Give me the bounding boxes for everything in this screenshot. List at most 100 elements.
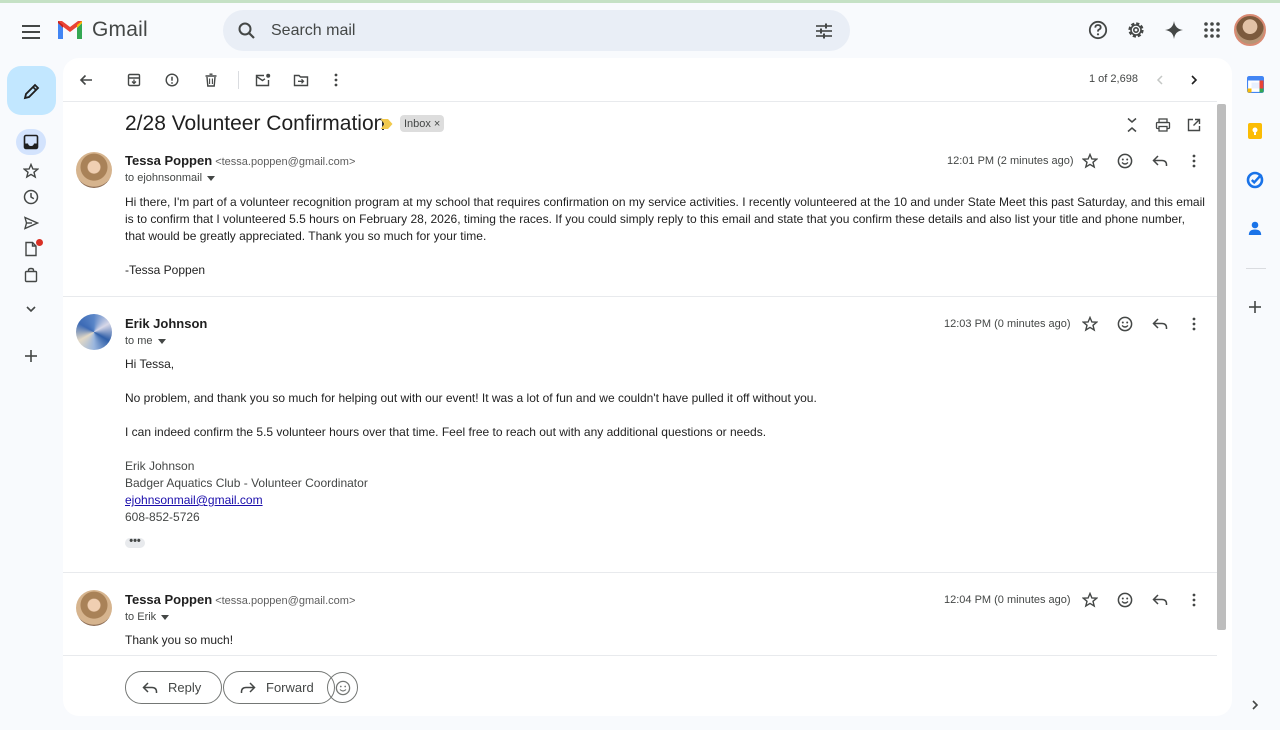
signature-phone: 608-852-5726 [125,510,200,524]
emoji-icon [1117,592,1133,608]
reply-button[interactable] [1149,589,1171,611]
gemini-button[interactable] [1158,15,1189,46]
keep-app-button[interactable] [1244,120,1266,142]
unread-dot [36,239,43,246]
show-side-panel-button[interactable] [1244,694,1266,716]
nav-purchases[interactable] [16,262,46,288]
message-sender[interactable]: Erik Johnson [125,316,207,331]
print-button[interactable] [1152,114,1174,136]
arrow-back-icon [79,74,92,86]
open-new-window-button[interactable] [1183,114,1205,136]
nav-more[interactable] [16,296,46,322]
chevron-right-icon [1191,75,1198,85]
send-icon [23,216,39,230]
recipient-line[interactable]: to Erik [125,611,170,623]
nav-drafts[interactable] [16,236,46,262]
sender-email: <tessa.poppen@gmail.com> [215,595,356,607]
scrollbar[interactable] [1217,104,1226,630]
forward-icon [240,681,256,693]
remove-label-button[interactable]: × [434,118,440,130]
signature-email-link[interactable]: ejohnsonmail@gmail.com [125,493,263,507]
contacts-icon [1248,221,1262,235]
gmail-m-icon [58,21,82,39]
report-icon [165,73,179,87]
create-label-button[interactable] [16,343,46,369]
search-button[interactable] [233,17,261,45]
add-reaction-button[interactable] [1114,589,1136,611]
sender-avatar[interactable] [76,314,112,350]
nav-sent[interactable] [16,210,46,236]
archive-button[interactable] [122,68,146,92]
header-actions [1082,14,1266,46]
open-in-new-icon [1187,118,1201,132]
star-button[interactable] [1079,589,1101,611]
star-button[interactable] [1079,150,1101,172]
emoji-icon [335,680,350,695]
toolbar-separator [238,71,239,89]
reply-icon [1152,318,1168,329]
account-avatar[interactable] [1234,14,1266,46]
more-vert-icon [1192,154,1196,168]
tasks-app-button[interactable] [1244,169,1266,191]
search-input[interactable] [271,20,791,42]
reply-button[interactable] [1149,313,1171,335]
mark-unread-button[interactable] [251,68,275,92]
emoji-react-button[interactable] [327,672,358,703]
gmail-logo[interactable]: Gmail [56,18,148,42]
get-addons-button[interactable] [1244,296,1266,318]
more-options-button[interactable] [324,68,348,92]
nav-inbox[interactable] [16,129,46,155]
add-reaction-button[interactable] [1114,313,1136,335]
settings-button[interactable] [1120,15,1151,46]
importance-marker[interactable] [380,118,393,130]
contacts-app-button[interactable] [1244,217,1266,239]
clock-icon [23,189,39,205]
body-paragraph: I can indeed confirm the 5.5 volunteer h… [125,425,767,439]
star-icon [1082,153,1098,169]
trash-icon [205,73,217,87]
main-menu-button[interactable] [17,17,47,47]
star-icon [1082,316,1098,332]
reply-button[interactable] [1149,150,1171,172]
search-bar[interactable] [223,10,850,51]
recipient-line[interactable]: to ejohnsonmail [125,172,216,184]
hamburger-icon [22,25,40,39]
calendar-app-button[interactable] [1244,73,1266,95]
support-button[interactable] [1082,15,1113,46]
search-options-button[interactable] [810,17,838,45]
sender-avatar[interactable] [76,590,112,626]
star-icon [23,163,39,179]
collapse-all-button[interactable] [1121,114,1143,136]
report-spam-button[interactable] [160,68,184,92]
delete-button[interactable] [199,68,223,92]
help-icon [1088,20,1107,40]
nav-starred[interactable] [16,158,46,184]
message-sender[interactable]: Tessa Poppen <tessa.poppen@gmail.com> [125,153,355,168]
caret-down-icon [161,614,170,620]
sender-avatar[interactable] [76,152,112,188]
move-to-button[interactable] [289,68,313,92]
star-button[interactable] [1079,313,1101,335]
keep-icon [1248,123,1262,139]
chevron-down-icon [26,306,36,313]
reply-action-button[interactable]: Reply [125,671,223,704]
add-reaction-button[interactable] [1114,150,1136,172]
back-button[interactable] [74,68,98,92]
nav-snoozed[interactable] [16,184,46,210]
more-vert-icon [1192,593,1196,607]
compose-button[interactable] [7,66,56,115]
message-more-button[interactable] [1183,589,1205,611]
message-sender[interactable]: Tessa Poppen <tessa.poppen@gmail.com> [125,592,355,607]
forward-action-button[interactable]: Forward [223,671,335,704]
body-paragraph: No problem, and thank you so much for he… [125,391,817,405]
show-trimmed-content-button[interactable]: ••• [125,536,145,548]
older-button[interactable] [1182,68,1206,92]
reply-label: Reply [168,680,202,695]
apps-button[interactable] [1196,15,1227,46]
print-icon [1155,118,1171,132]
recipient-line[interactable]: to me [125,335,166,347]
archive-icon [127,73,141,87]
message-more-button[interactable] [1183,313,1205,335]
newer-button[interactable] [1148,68,1172,92]
message-more-button[interactable] [1183,150,1205,172]
